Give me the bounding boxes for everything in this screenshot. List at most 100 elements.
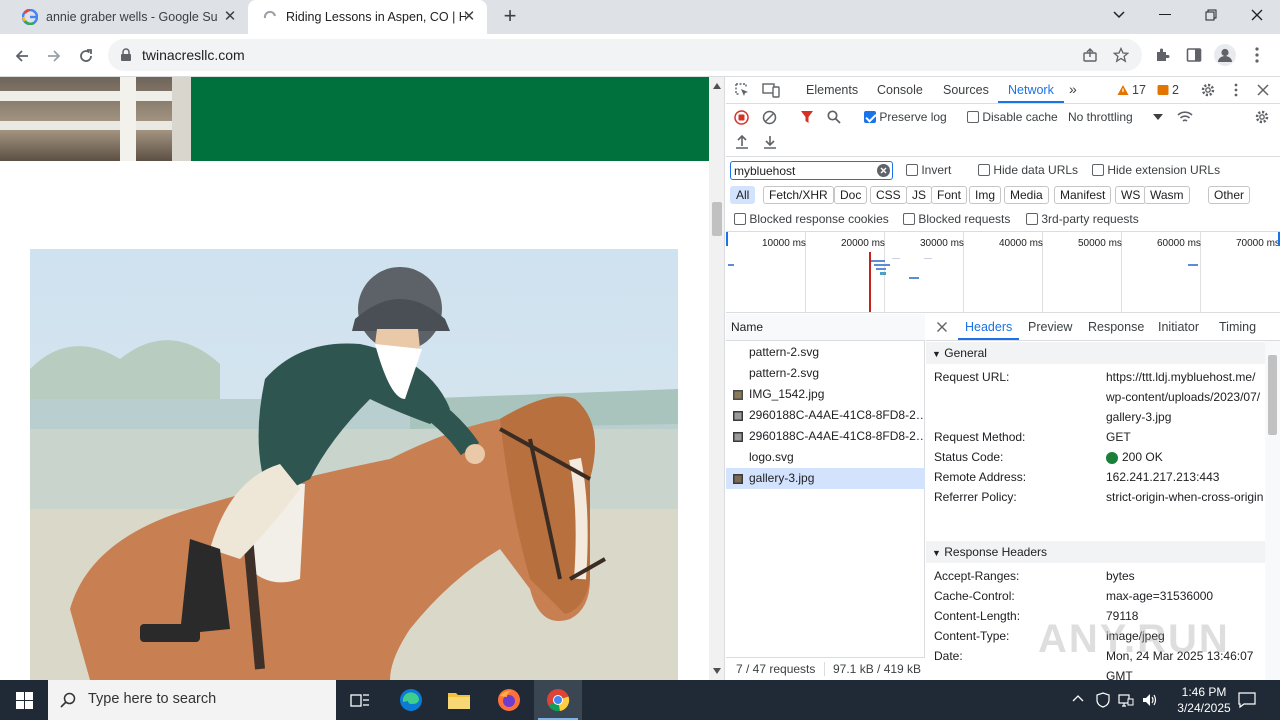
dropdown-arrow-icon[interactable] [1153, 114, 1163, 120]
record-stop-icon[interactable] [734, 110, 749, 125]
blocked-response-cookies-checkbox[interactable]: Blocked response cookies [734, 212, 889, 226]
name-column-header[interactable]: Name [731, 320, 763, 334]
network-icon[interactable] [1118, 692, 1134, 708]
invert-checkbox[interactable]: Invert [906, 163, 951, 177]
tab-console[interactable]: Console [877, 83, 923, 97]
filter-doc[interactable]: Doc [834, 186, 868, 204]
issues-count[interactable]: 2 [1172, 83, 1179, 97]
filter-ws[interactable]: WS [1115, 186, 1147, 204]
tab-network[interactable]: Network [1008, 83, 1054, 97]
chrome-menu-icon[interactable] [1254, 46, 1260, 64]
tab-sources[interactable]: Sources [943, 83, 989, 97]
share-icon[interactable] [1082, 47, 1098, 63]
response-headers-section-header[interactable]: ▼ Response Headers [926, 541, 1265, 563]
show-hidden-icons-icon[interactable] [1072, 694, 1084, 702]
request-row[interactable]: 2960188C-A4AE-41C8-8FD8-2… [726, 426, 925, 447]
profile-avatar-icon[interactable] [1214, 44, 1236, 66]
page-scrollbar[interactable] [709, 77, 725, 680]
scrollbar-thumb[interactable] [712, 202, 722, 236]
file-explorer-icon[interactable] [435, 680, 483, 720]
filter-css[interactable]: CSS [870, 186, 907, 204]
request-row[interactable]: 2960188C-A4AE-41C8-8FD8-2… [726, 405, 925, 426]
reload-icon[interactable] [72, 42, 100, 70]
third-party-requests-checkbox[interactable]: 3rd-party requests [1026, 212, 1139, 226]
tab-riding-lessons[interactable]: Riding Lessons in Aspen, CO | H ✕ [248, 0, 487, 34]
request-row[interactable]: logo.svg [726, 447, 925, 468]
tab-preview[interactable]: Preview [1028, 320, 1072, 334]
tab-search-icon[interactable] [1096, 0, 1142, 30]
tab-initiator[interactable]: Initiator [1158, 320, 1199, 334]
network-conditions-icon[interactable] [1176, 109, 1194, 125]
filter-other[interactable]: Other [1208, 186, 1251, 204]
address-bar[interactable]: twinacresllc.com [108, 39, 1142, 71]
clear-icon[interactable] [762, 110, 777, 125]
web-page-viewport[interactable] [0, 77, 709, 680]
filter-icon[interactable] [800, 110, 814, 124]
tab-timing[interactable]: Timing [1219, 320, 1256, 334]
throttling-select[interactable]: No throttling [1068, 110, 1133, 124]
volume-icon[interactable] [1142, 692, 1158, 708]
blocked-requests-checkbox[interactable]: Blocked requests [903, 212, 1010, 226]
device-toolbar-icon[interactable] [762, 82, 780, 98]
filter-media[interactable]: Media [1004, 186, 1049, 204]
restore-icon[interactable] [1188, 0, 1234, 30]
search-icon[interactable] [827, 110, 841, 124]
more-tabs-icon[interactable]: » [1069, 81, 1077, 97]
back-icon[interactable] [8, 42, 36, 70]
detail-scrollbar[interactable] [1265, 341, 1280, 680]
defender-icon[interactable] [1096, 692, 1110, 708]
request-row-selected[interactable]: gallery-3.jpg [726, 468, 925, 489]
warnings-count[interactable]: 17 [1132, 83, 1146, 97]
edge-icon[interactable] [387, 680, 435, 720]
lock-icon[interactable] [120, 48, 132, 62]
bookmark-star-icon[interactable] [1113, 47, 1129, 63]
clear-filter-icon[interactable] [877, 164, 890, 177]
hide-extension-urls-checkbox[interactable]: Hide extension URLs [1092, 163, 1220, 177]
filter-js[interactable]: JS [906, 186, 933, 204]
general-section-header[interactable]: ▼ General [926, 342, 1265, 364]
request-row[interactable]: pattern-2.svg [726, 342, 925, 363]
taskbar-search-box[interactable]: Type here to search [48, 680, 336, 720]
task-view-icon[interactable] [336, 680, 384, 720]
tab-elements[interactable]: Elements [806, 83, 858, 97]
new-tab-button[interactable]: + [498, 4, 522, 28]
request-row[interactable]: pattern-2.svg [726, 363, 925, 384]
request-row[interactable]: IMG_1542.jpg [726, 384, 925, 405]
taskbar-clock[interactable]: 1:46 PM 3/24/2025 [1164, 684, 1244, 716]
filter-img[interactable]: Img [969, 186, 1002, 204]
window-close-icon[interactable] [1234, 0, 1280, 30]
side-panel-icon[interactable] [1186, 47, 1202, 63]
windows-start-icon[interactable] [16, 692, 33, 709]
preserve-log-checkbox[interactable]: Preserve log [864, 110, 947, 124]
detail-scrollbar-thumb[interactable] [1268, 355, 1277, 435]
notification-icon[interactable] [1238, 691, 1256, 709]
filter-font[interactable]: Font [931, 186, 968, 204]
hide-data-urls-checkbox[interactable]: Hide data URLs [978, 163, 1078, 177]
filter-manifest[interactable]: Manifest [1054, 186, 1112, 204]
export-har-icon[interactable] [763, 135, 777, 149]
tab-headers[interactable]: Headers [965, 320, 1012, 334]
tab-close-icon[interactable]: ✕ [222, 9, 238, 25]
filter-input[interactable]: mybluehost [730, 161, 893, 180]
disable-cache-checkbox[interactable]: Disable cache [967, 110, 1058, 124]
tab-close-icon[interactable]: ✕ [461, 9, 477, 25]
tab-response[interactable]: Response [1088, 320, 1144, 334]
warning-icon[interactable] [1117, 84, 1129, 96]
close-detail-icon[interactable] [937, 322, 947, 332]
network-overview-timeline[interactable]: 10000 ms 20000 ms 30000 ms 40000 ms 5000… [726, 231, 1280, 313]
filter-fetch-xhr[interactable]: Fetch/XHR [763, 186, 834, 204]
minimize-icon[interactable] [1142, 0, 1188, 30]
network-settings-icon[interactable] [1254, 109, 1270, 125]
forward-icon[interactable] [40, 42, 68, 70]
scroll-up-icon[interactable] [713, 83, 721, 89]
filter-wasm[interactable]: Wasm [1144, 186, 1190, 204]
close-devtools-icon[interactable] [1257, 84, 1269, 96]
import-har-icon[interactable] [735, 135, 749, 149]
firefox-icon[interactable] [485, 680, 533, 720]
scroll-down-icon[interactable] [713, 668, 721, 674]
chrome-taskbar-icon[interactable] [534, 680, 582, 720]
devtools-menu-icon[interactable] [1233, 83, 1239, 97]
issues-icon[interactable] [1157, 84, 1169, 96]
extensions-icon[interactable] [1154, 47, 1170, 63]
inspect-element-icon[interactable] [734, 82, 750, 98]
